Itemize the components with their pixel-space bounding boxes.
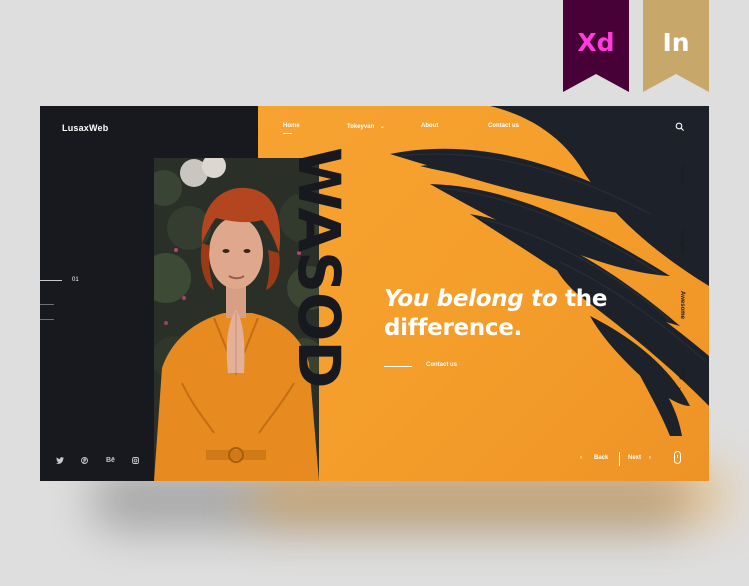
hero-big-word: WASOD [285, 147, 353, 388]
side-nav-awesome[interactable]: Awesome [679, 291, 685, 319]
nav-contact-us[interactable]: Contact us [488, 123, 519, 129]
slide-indicator-line [40, 280, 62, 281]
cta-line [384, 366, 412, 367]
pinterest-icon[interactable] [81, 457, 88, 464]
side-nav-dog[interactable]: Dog [679, 368, 685, 380]
instagram-icon[interactable] [132, 457, 139, 464]
nav-home-underline [283, 133, 292, 134]
back-button[interactable]: Back [594, 455, 608, 461]
next-button[interactable]: Next [628, 455, 641, 461]
adobe-indesign-label: In [662, 28, 690, 57]
mouse-scroll-icon[interactable] [674, 451, 681, 464]
nav-about[interactable]: About [421, 123, 438, 129]
twitter-icon[interactable] [56, 457, 64, 464]
behance-icon[interactable]: Bē [106, 457, 115, 464]
pager-divider [619, 452, 620, 466]
nav-tokeyvan-label: Tokeyvan [347, 124, 375, 130]
adobe-indesign-badge: In [643, 0, 709, 92]
website-mockup: LusaxWeb Home Tokeyvan ⌄ About Contact u… [40, 106, 709, 481]
hero-tagline: You belong to the difference. [384, 285, 674, 343]
slide-indicator-line[interactable] [40, 304, 54, 305]
nav-tokeyvan[interactable]: Tokeyvan ⌄ [347, 123, 385, 130]
slide-number: 01 [72, 277, 79, 283]
side-nav-brand[interactable]: Brand [679, 166, 685, 183]
site-logo[interactable]: LusaxWeb [62, 123, 108, 133]
slide-indicator-line[interactable] [40, 319, 54, 320]
agave-leaves-image [390, 106, 709, 436]
chevron-right-icon[interactable]: › [649, 455, 651, 461]
contact-us-link[interactable]: Contact us [426, 362, 457, 368]
hero-tagline-italic: You belong to [384, 286, 558, 312]
chevron-left-icon[interactable]: ‹ [580, 455, 582, 461]
chevron-down-icon[interactable]: ⌄ [677, 384, 682, 391]
adobe-xd-label: Xd [577, 28, 615, 57]
side-nav-designer[interactable]: Designer [679, 229, 685, 255]
adobe-xd-badge: Xd [563, 0, 629, 92]
nav-home[interactable]: Home [283, 123, 300, 129]
chevron-down-icon: ⌄ [379, 124, 385, 130]
search-icon[interactable] [675, 122, 685, 132]
